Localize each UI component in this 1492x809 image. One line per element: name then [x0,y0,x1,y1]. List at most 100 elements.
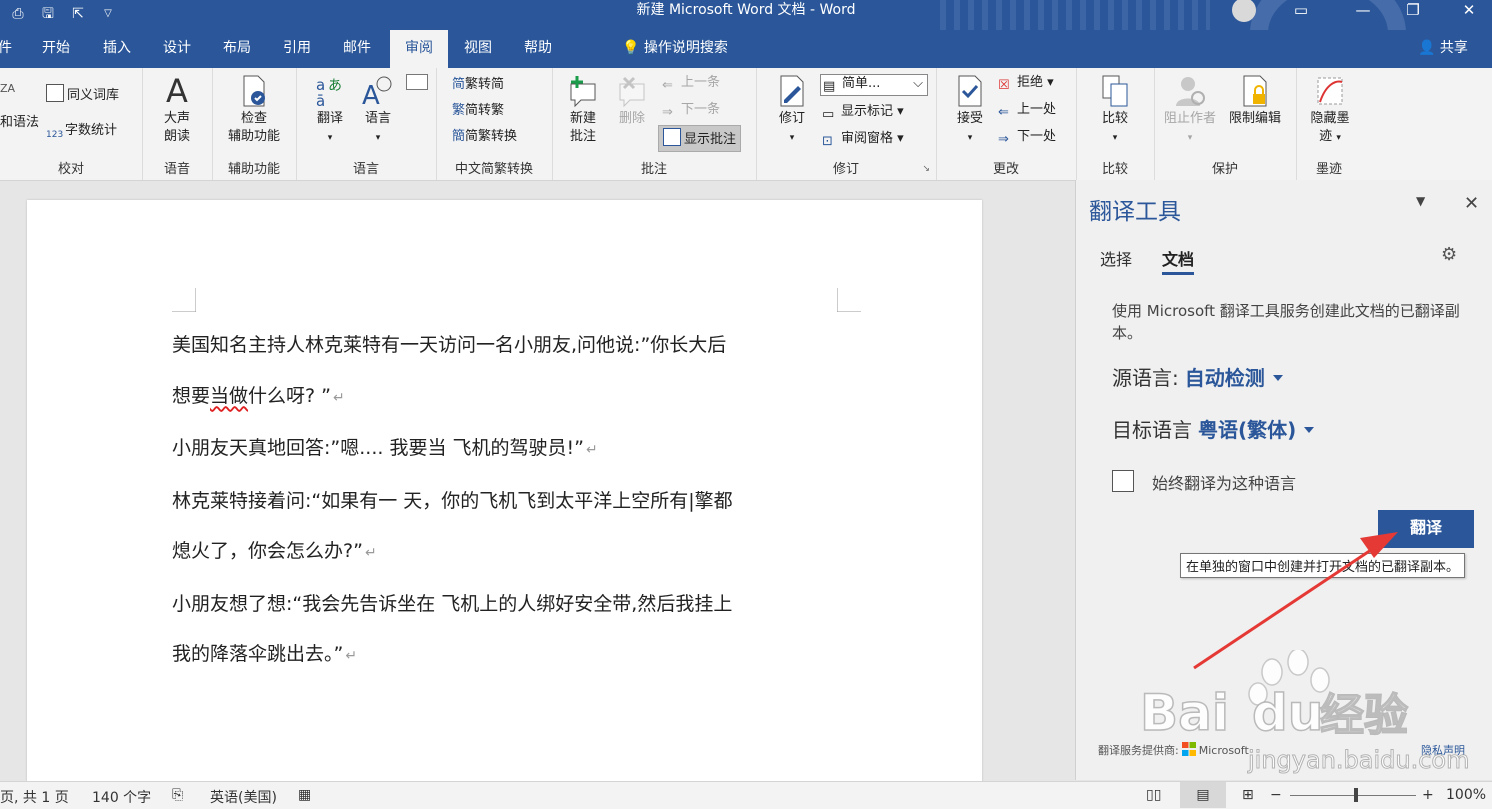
language-button[interactable]: A 语言 ▾ [356,74,400,147]
close-button[interactable]: ✕ [1446,0,1492,22]
new-comment-button[interactable]: 新建 批注 [560,74,606,146]
zoom-slider-track[interactable] [1290,795,1416,796]
hide-ink-label-1: 隐藏墨 [1310,111,1350,126]
previous-change-button[interactable]: ⇐ 上一处 [998,101,1056,120]
document-body[interactable]: 美国知名主持人林克莱特有一天访问一名小朋友,问他说:”你长大后 想要当做什么呀?… [172,320,852,682]
check-label-1: 检查 [240,111,267,126]
tab-file[interactable]: 件 [0,30,12,68]
paragraph-mark-icon: ↵ [345,648,358,664]
tab-home[interactable]: 开始 [34,30,78,68]
tell-me-search[interactable]: 💡 操作说明搜索 [622,30,728,66]
reviewing-pane-button[interactable]: ⊡ 审阅窗格 ▾ [822,130,904,149]
next-change-button[interactable]: ⇒ 下一处 [998,128,1056,147]
next-comment-button[interactable]: ⇒ 下一条 [662,101,720,120]
language-status[interactable]: 英语(美国) [210,787,277,807]
read-aloud-button[interactable]: A 大声 朗读 [154,74,200,146]
word-count[interactable]: 140 个字 [92,787,151,807]
ribbon-display-options-button[interactable]: ▭ [1278,0,1324,22]
tab-document[interactable]: 文档 [1162,246,1195,275]
group-label-accessibility: 辅助功能 [227,162,280,177]
accept-button[interactable]: 接受 ▾ [950,74,990,147]
gear-icon[interactable]: ⚙ [1441,244,1457,265]
person-icon: 👤 [1418,40,1436,56]
show-markup-button[interactable]: ▭ 显示标记 ▾ [822,103,904,122]
macro-icon[interactable]: ▦ [298,787,311,803]
source-language-row[interactable]: 源语言: 自动检测 [1112,362,1283,391]
group-label-changes: 更改 [992,162,1019,177]
proofing-status-icon[interactable]: ⎘ [172,787,183,803]
document-page[interactable]: 美国知名主持人林克莱特有一天访问一名小朋友,问他说:”你长大后 想要当做什么呀?… [27,200,982,800]
new-comment-icon [570,76,596,108]
markup-select[interactable]: ▤ 简单... ⌵ [820,74,928,96]
tab-insert[interactable]: 插入 [95,30,139,68]
check-accessibility-button[interactable]: 检查 辅助功能 [220,74,288,146]
pane-close-icon[interactable]: ✕ [1464,193,1479,214]
tab-mailings[interactable]: 邮件 [335,30,379,68]
read-mode-icon[interactable]: ▯▯ [1146,787,1161,803]
traditional-icon: 繁 [452,103,466,118]
restrict-editing-button[interactable]: 限制编辑 [1224,74,1286,128]
check-label-2: 辅助功能 [227,129,280,144]
page-count[interactable]: 页, 共 1 页 [0,787,69,807]
minimize-button[interactable]: — [1340,0,1386,22]
reviewing-pane-label: 审阅窗格 [841,131,894,146]
group-label-protect: 保护 [1211,162,1238,177]
tab-design[interactable]: 设计 [155,30,199,68]
compare-label: 比较 [1101,111,1128,126]
zoom-level[interactable]: 100% [1446,787,1486,803]
tab-layout[interactable]: 布局 [215,30,259,68]
share-button[interactable]: 👤 共享 [1418,30,1468,66]
delete-comment-button[interactable]: 删除 [610,74,654,128]
zoom-out-button[interactable]: − [1270,787,1282,803]
next-comment-icon: ⇒ [662,105,673,120]
target-language-value[interactable]: 粤语(繁体) [1198,418,1296,442]
translate-ribbon-button[interactable]: aあā 翻译 ▾ [308,74,352,147]
spelling-button[interactable]: 和语法 [0,114,39,132]
previous-comment-label: 上一条 [681,75,721,90]
track-changes-button[interactable]: 修订 ▾ [772,74,812,147]
tab-references[interactable]: 引用 [275,30,319,68]
pane-options-icon[interactable]: ▼ [1416,194,1425,208]
spelling-error-text[interactable]: 当做 [210,385,248,407]
hide-ink-button[interactable]: 隐藏墨 迹 ▾ [1304,74,1356,147]
next-change-icon: ⇒ [998,132,1009,147]
reject-button[interactable]: ☒ 拒绝 ▾ [998,74,1054,93]
paragraph-text: 熄火了，你会怎么办?” [172,540,363,562]
translate-button[interactable]: 翻译 [1378,510,1474,548]
source-language-value[interactable]: 自动检测 [1185,366,1265,390]
group-speech: A 大声 朗读 语音 [142,68,213,180]
print-layout-icon[interactable]: ▤ [1180,782,1226,808]
accept-icon [958,75,982,107]
keyboard-icon[interactable] [406,74,428,90]
show-comments-button[interactable]: 显示批注 [658,125,742,152]
web-layout-icon[interactable]: ⊞ [1242,787,1254,803]
zoom-in-button[interactable]: + [1422,787,1434,803]
tab-review[interactable]: 审阅 [390,30,448,68]
tab-view[interactable]: 视图 [456,30,500,68]
simplified-icon: 简 [452,77,466,92]
dialog-launcher-icon[interactable]: ↘ [922,164,930,174]
convert-icon: 簡 [452,129,466,144]
thesaurus-button[interactable]: 同义词库 [46,84,119,105]
trad-to-simp-button[interactable]: 简繁转简 [452,76,504,94]
target-language-row[interactable]: 目标语言 粤语(繁体) [1112,414,1315,443]
simp-to-trad-button[interactable]: 繁简转繁 [452,102,504,120]
pane-title: 翻译工具 [1089,199,1181,225]
tab-help[interactable]: 帮助 [516,30,560,68]
word-count-label: 字数统计 [65,123,118,138]
privacy-link[interactable]: 隐私声明 [1421,742,1465,758]
always-translate-checkbox[interactable] [1112,470,1134,492]
paragraph: 小朋友想了想:“我会先告诉坐在 飞机上的人绑好安全带,然后我挂上 [172,579,852,630]
restore-button[interactable]: ❐ [1390,0,1436,22]
compare-button[interactable]: 比较 ▾ [1094,74,1136,147]
zoom-slider-thumb[interactable] [1354,788,1358,802]
read-aloud-label-2: 朗读 [163,129,190,144]
block-authors-icon [1176,77,1205,106]
previous-comment-button[interactable]: ⇐ 上一条 [662,74,720,93]
chinese-convert-button[interactable]: 簡简繁转换 [452,128,517,146]
word-count-button[interactable]: 123 字数统计 [46,122,117,142]
reject-label: 拒绝 [1017,75,1044,90]
block-authors-button[interactable]: 阻止作者 ▾ [1160,74,1220,147]
tab-selection[interactable]: 选择 [1100,246,1132,270]
previous-comment-icon: ⇐ [662,78,673,93]
